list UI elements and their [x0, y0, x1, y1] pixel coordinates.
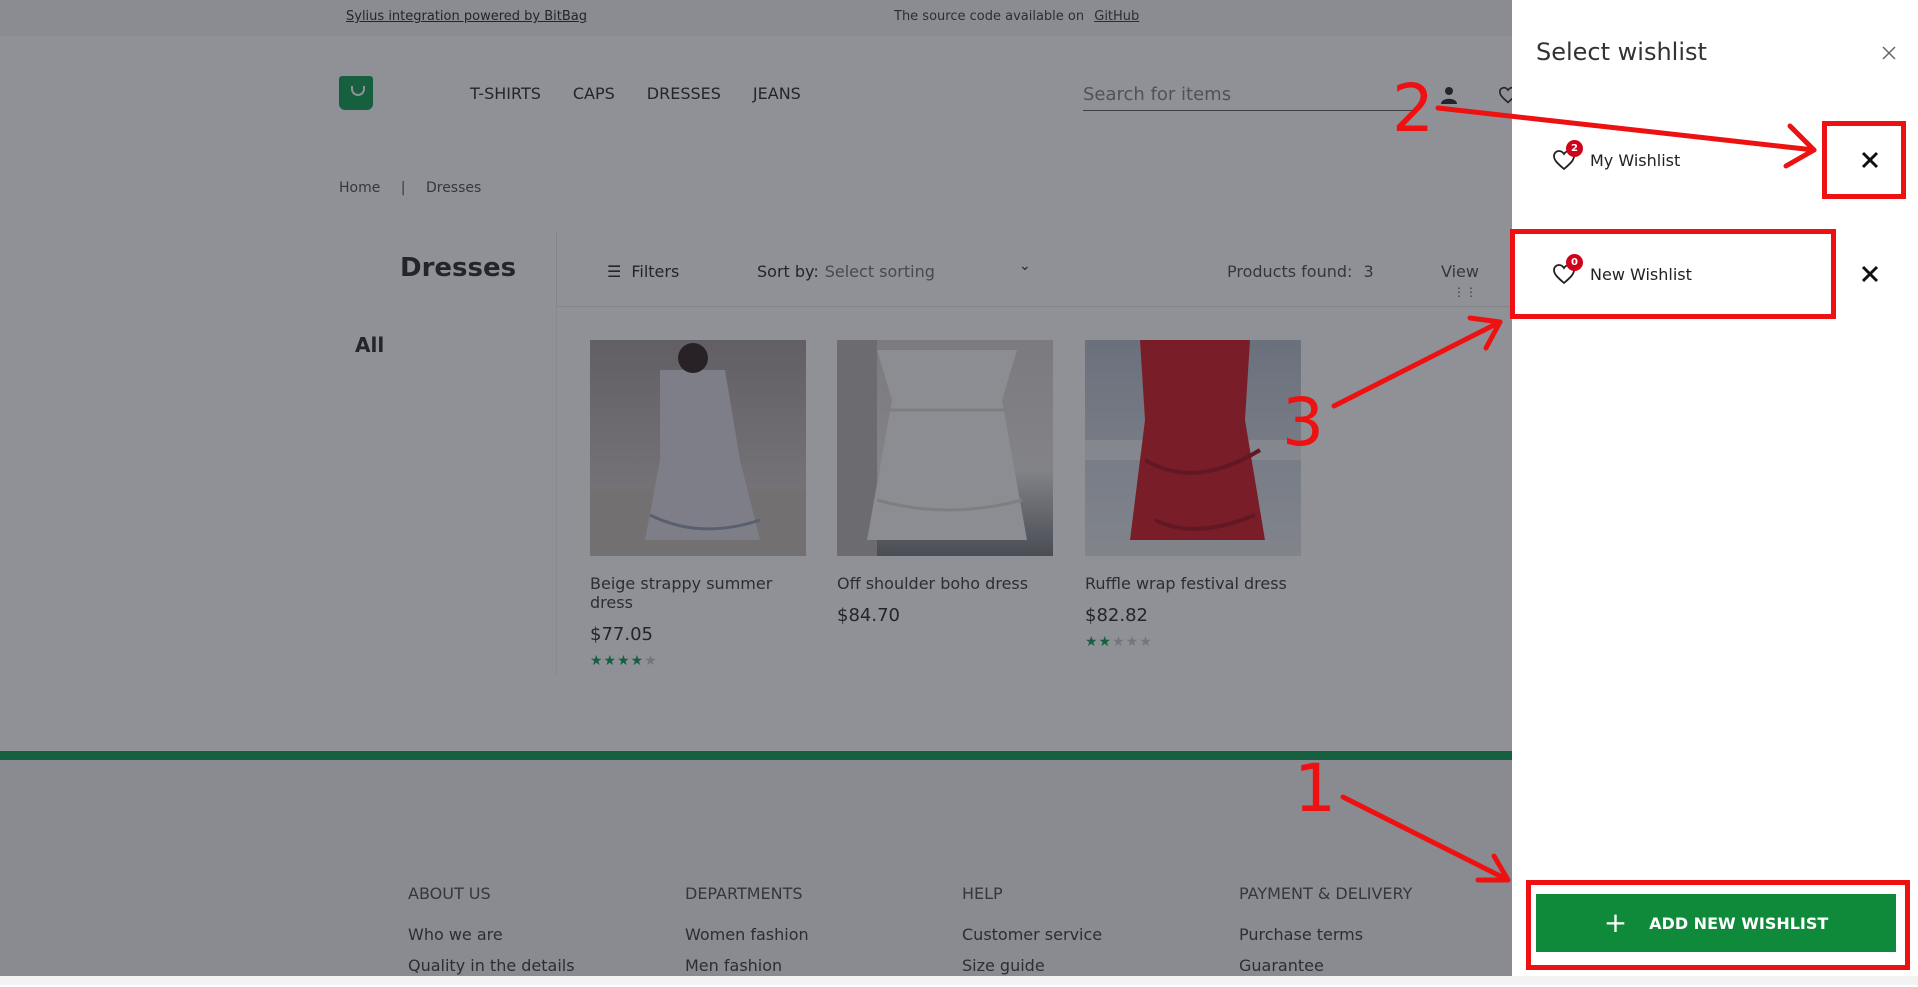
drawer-title: Select wishlist — [1536, 38, 1707, 66]
add-new-wishlist-button[interactable]: + ADD NEW WISHLIST — [1536, 894, 1896, 952]
heart-icon: 0 — [1552, 254, 1583, 285]
wishlist-count-badge: 0 — [1566, 254, 1583, 271]
wishlist-name: My Wishlist — [1590, 150, 1681, 170]
modal-backdrop[interactable] — [0, 0, 1512, 976]
remove-wishlist-icon[interactable] — [1859, 149, 1881, 171]
wishlist-item-my-wishlist[interactable]: 2 My Wishlist — [1552, 140, 1852, 175]
wishlist-item-new-wishlist[interactable]: 0 New Wishlist — [1552, 254, 1852, 289]
wishlist-name: New Wishlist — [1590, 264, 1692, 284]
close-icon[interactable] — [1880, 44, 1898, 62]
plus-icon: + — [1603, 906, 1628, 939]
wishlist-drawer: Select wishlist 2 My Wishlist 0 New Wish… — [1512, 0, 1918, 976]
heart-icon: 2 — [1552, 140, 1583, 171]
remove-wishlist-icon[interactable] — [1859, 263, 1881, 285]
wishlist-count-badge: 2 — [1566, 140, 1583, 157]
add-new-wishlist-label: ADD NEW WISHLIST — [1649, 913, 1829, 933]
